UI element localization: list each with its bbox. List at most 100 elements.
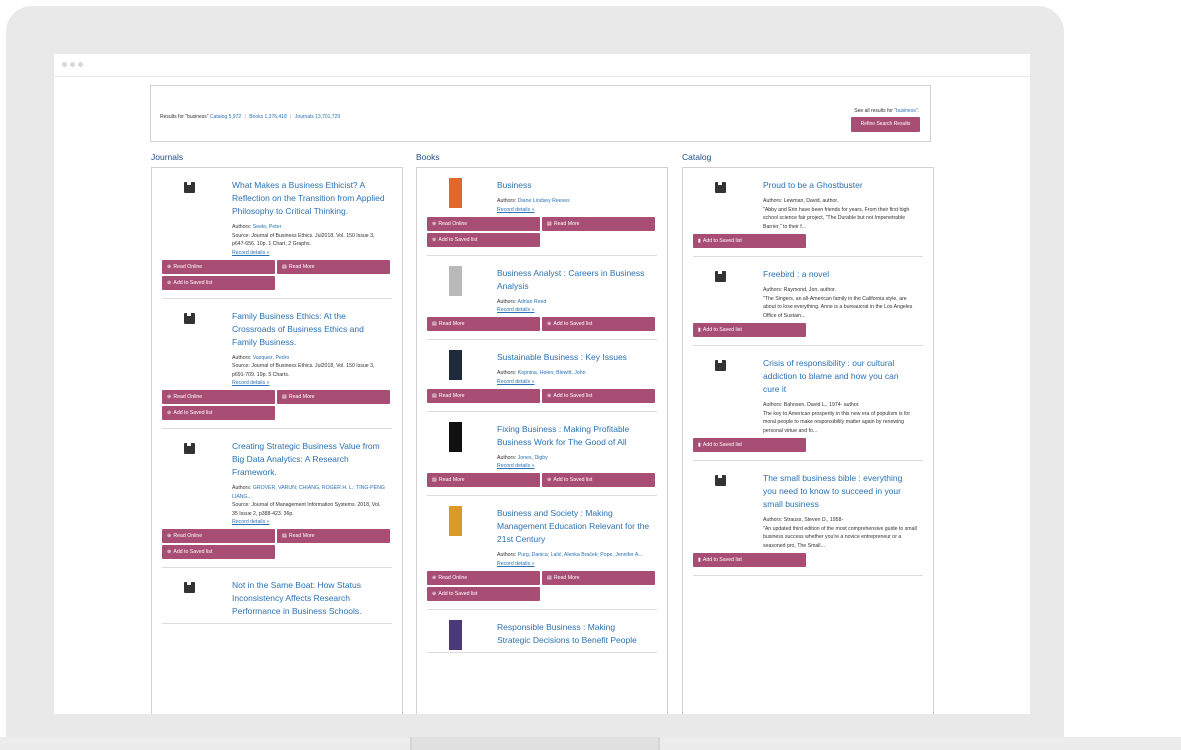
- add-saved-button[interactable]: ⊕ Add to Saved list: [162, 275, 275, 290]
- authors-label: Authors:: [497, 198, 517, 204]
- results-summary: Results for "business" Catalog 5,972 | B…: [150, 85, 931, 142]
- record-details-link[interactable]: Record details »: [232, 518, 386, 526]
- catalog-description: "An updated third edition of the most co…: [763, 525, 917, 549]
- book-actions: ▤ Read More ⊕ Add to Saved list: [427, 317, 657, 331]
- journal-thumb: [184, 312, 195, 324]
- journal-content: Family Business Ethics: At the Crossroad…: [232, 299, 392, 388]
- author-link[interactable]: Seele, Peter: [253, 224, 282, 230]
- catalog-title[interactable]: The small business bible : everything yo…: [763, 472, 917, 511]
- catalog-count-link[interactable]: Catalog 5,972: [210, 114, 241, 120]
- read-more-label: Read More: [553, 574, 580, 581]
- see-all-prefix: See all results for: [854, 108, 893, 114]
- authors-label: Authors:: [232, 224, 252, 230]
- add-saved-button[interactable]: ⊕ Add to Saved list: [542, 473, 655, 487]
- read-more-label: Read More: [438, 477, 465, 483]
- authors-label: Authors:: [763, 198, 783, 204]
- book-title[interactable]: Business Analyst : Careers in Business A…: [497, 267, 651, 293]
- read-more-button[interactable]: ▤ Read More: [427, 317, 540, 331]
- journal-thumb: [184, 582, 195, 593]
- read-online-button[interactable]: ⊕ Read Online: [162, 529, 275, 543]
- read-more-button[interactable]: ▤ Read More: [277, 529, 390, 543]
- add-saved-button[interactable]: ⊕ Add to Saved list: [542, 388, 655, 403]
- add-saved-button[interactable]: ⊕ Add to Saved list: [162, 545, 275, 559]
- author-link[interactable]: Purg, Danica; Lalić, Alenka Braček; Pope…: [518, 552, 643, 558]
- book-title[interactable]: Responsible Business : Making Strategic …: [497, 621, 651, 647]
- plus-circle-icon: ⊕: [432, 590, 437, 597]
- catalog-title[interactable]: Proud to be a Ghostbuster: [763, 179, 917, 192]
- authors-label: Authors:: [497, 370, 517, 376]
- article-icon: [184, 312, 195, 324]
- author-link[interactable]: Vazquez, Pedro: [253, 355, 290, 361]
- book-title[interactable]: Business: [497, 179, 651, 192]
- read-more-button[interactable]: ▤ Read More: [542, 570, 655, 585]
- record-details-link[interactable]: Record details »: [497, 462, 651, 470]
- record-details-link[interactable]: Record details »: [497, 206, 651, 214]
- record-details-link[interactable]: Record details »: [497, 306, 651, 314]
- read-online-button[interactable]: ⊕ Read Online: [427, 216, 540, 231]
- book-actions: ⊕ Read Online ▤ Read More ⊕ Add to Saved list: [427, 570, 657, 601]
- add-saved-button[interactable]: ▮ Add to Saved list: [693, 553, 806, 567]
- authors-line: Authors: Diane Lindsey Reeves: [497, 197, 651, 206]
- catalog-title[interactable]: Crisis of responsibility : our cultural …: [763, 357, 917, 396]
- read-more-button[interactable]: ▤ Read More: [427, 388, 540, 403]
- authors-label: Authors:: [497, 454, 517, 461]
- read-online-button[interactable]: ⊕ Read Online: [162, 390, 275, 404]
- record-details-link[interactable]: Record details »: [497, 378, 651, 386]
- author-link[interactable]: Diane Lindsey Reeves: [518, 198, 570, 204]
- add-saved-button[interactable]: ⊕ Add to Saved list: [542, 317, 655, 331]
- catalog-thumb: [715, 182, 726, 193]
- books-count-link[interactable]: Books 1,376,418: [249, 114, 287, 120]
- add-saved-button[interactable]: ▮ Add to Saved list: [693, 438, 806, 452]
- authors-label: Authors:: [497, 298, 517, 305]
- record-details-link[interactable]: Record details »: [232, 379, 386, 387]
- record-details-link[interactable]: Record details »: [232, 249, 386, 257]
- article-icon: [184, 582, 195, 593]
- plus-circle-icon: ⊕: [432, 236, 437, 243]
- read-more-button[interactable]: ▤ Read More: [427, 473, 540, 487]
- author-link[interactable]: Jones, Digby: [518, 455, 548, 461]
- journal-source: Source: Journal of Management Informatio…: [232, 502, 381, 517]
- catalog-actions: ▮ Add to Saved list: [693, 234, 923, 248]
- record-details-link[interactable]: Record details »: [497, 560, 651, 568]
- add-saved-label: Add to Saved list: [702, 238, 742, 244]
- browser-screen: Results for "business" Catalog 5,972 | B…: [54, 54, 1030, 714]
- catalog-description: "The Singers, an all-American family in …: [763, 295, 913, 319]
- journal-title[interactable]: What Makes a Business Ethicist? A Reflec…: [232, 179, 386, 218]
- book-thumb: [449, 619, 462, 650]
- book-thumb: [449, 421, 462, 452]
- journals-count-link[interactable]: Journals 13,701,729: [295, 114, 340, 120]
- read-more-button[interactable]: ▤ Read More: [277, 259, 390, 274]
- document-icon: ▤: [432, 477, 437, 483]
- author-link[interactable]: Kopnina, Helen; Blewitt, John: [518, 370, 586, 376]
- browser-chrome: [54, 54, 1030, 77]
- book-icon: [715, 271, 726, 282]
- catalog-title[interactable]: Freebird : a novel: [763, 268, 917, 281]
- book-title[interactable]: Fixing Business : Making Profitable Busi…: [497, 423, 651, 449]
- read-online-button[interactable]: ⊕ Read Online: [162, 259, 275, 274]
- author-link[interactable]: GROVER, VARUN; CHIANG, ROGER H. L.; TING…: [232, 485, 385, 500]
- authors-line: Authors: Strauss, Steven D., 1958-: [763, 516, 917, 525]
- read-online-button[interactable]: ⊕ Read Online: [427, 570, 540, 585]
- journal-title[interactable]: Family Business Ethics: At the Crossroad…: [232, 310, 386, 349]
- journal-title[interactable]: Not in the Same Boat: How Status Inconsi…: [232, 579, 386, 618]
- add-saved-button[interactable]: ⊕ Add to Saved list: [162, 406, 275, 420]
- read-more-button[interactable]: ▤ Read More: [542, 216, 655, 231]
- journal-content: Creating Strategic Business Value from B…: [232, 429, 392, 526]
- journal-title[interactable]: Creating Strategic Business Value from B…: [232, 440, 386, 479]
- book-icon: [715, 182, 726, 193]
- book-thumb: [449, 265, 462, 296]
- add-saved-button[interactable]: ⊕ Add to Saved list: [427, 232, 540, 247]
- book-title[interactable]: Business and Society : Making Management…: [497, 507, 651, 546]
- add-saved-button[interactable]: ⊕ Add to Saved list: [427, 586, 540, 601]
- refine-search-button[interactable]: Refine Search Results: [851, 117, 920, 132]
- see-all-link[interactable]: "business".: [894, 108, 919, 114]
- books-column: Business Authors: Diane Lindsey Reeves Rec…: [416, 167, 668, 714]
- authors-line: Authors: GROVER, VARUN; CHIANG, ROGER H.…: [232, 484, 386, 501]
- read-more-button[interactable]: ▤ Read More: [277, 390, 390, 404]
- book-title[interactable]: Sustainable Business : Key Issues: [497, 351, 651, 364]
- add-saved-button[interactable]: ▮ Add to Saved list: [693, 234, 806, 248]
- laptop-notch: [410, 737, 660, 750]
- journals-heading: Journals: [151, 152, 184, 162]
- add-saved-button[interactable]: ▮ Add to Saved list: [693, 323, 806, 337]
- author-link[interactable]: Adrian Reed: [517, 299, 546, 305]
